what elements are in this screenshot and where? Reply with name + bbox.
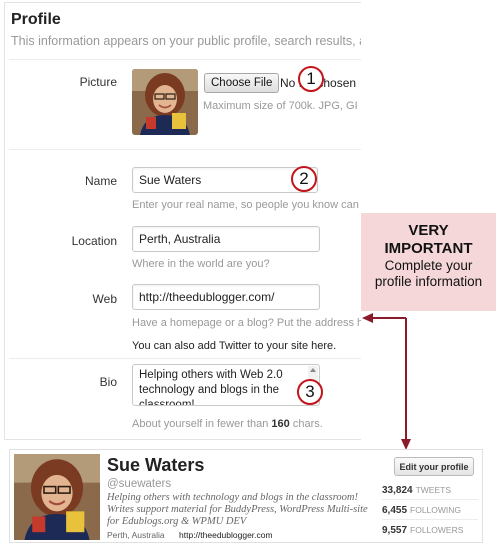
divider	[9, 59, 361, 60]
bio-textarea[interactable]: Helping others with Web 2.0 technology a…	[132, 364, 320, 406]
stat-following[interactable]: 6,455 FOLLOWING	[382, 505, 461, 516]
following-count: 6,455	[382, 505, 408, 516]
card-handle: @suewaters	[107, 478, 172, 490]
bio-hint-suffix: chars.	[289, 418, 323, 430]
user-photo-icon	[14, 454, 100, 540]
bio-text: Helping others with Web 2.0 technology a…	[139, 369, 283, 406]
choose-file-button[interactable]: Choose File	[204, 73, 280, 93]
public-profile-card: Sue Waters @suewaters Helping others wit…	[9, 449, 483, 543]
tweets-count: 33,824	[382, 485, 413, 496]
divider	[9, 149, 361, 150]
bio-label: Bio	[99, 375, 117, 389]
followers-count: 9,557	[382, 525, 408, 536]
location-label: Location	[71, 234, 117, 248]
important-text-1: Complete your	[384, 258, 473, 273]
name-label: Name	[84, 174, 117, 188]
important-note: VERY IMPORTANT Complete your profile inf…	[361, 213, 496, 311]
web-label: Web	[92, 292, 117, 306]
picture-hint: Maximum size of 700k. JPG, GIF, PNG.	[203, 100, 358, 112]
edit-profile-button[interactable]: Edit your profile	[394, 457, 474, 476]
picture-label: Picture	[79, 75, 117, 89]
important-text-2: profile information	[374, 274, 483, 289]
bio-hint-text: About yourself in fewer than	[132, 418, 272, 430]
scroll-up-icon[interactable]	[310, 368, 316, 372]
web-hint: Have a homepage or a blog? Put the addre…	[132, 317, 361, 329]
web-note: You can also add Twitter to your site he…	[132, 340, 337, 352]
card-name: Sue Waters	[107, 455, 205, 475]
profile-avatar	[14, 454, 100, 540]
stat-followers[interactable]: 9,557 FOLLOWERS	[382, 525, 463, 536]
user-photo-icon	[132, 69, 198, 135]
tweets-label: TWEETS	[415, 485, 452, 495]
location-input[interactable]: Perth, Australia	[132, 226, 320, 252]
followers-label: FOLLOWERS	[410, 525, 464, 535]
card-bio: Helping others with technology and blogs…	[107, 492, 368, 527]
location-hint: Where in the world are you?	[132, 258, 270, 270]
page-subtitle: This information appears on your public …	[11, 34, 361, 48]
callout-2: 2	[291, 166, 317, 192]
card-location-row: Perth, Australia http://theedublogger.co…	[107, 530, 273, 540]
bio-char-limit: 160	[271, 418, 290, 430]
card-location: Perth, Australia	[107, 530, 165, 540]
card-website-link[interactable]: http://theedublogger.com	[179, 530, 273, 540]
callout-1: 1	[298, 66, 324, 92]
profile-picture	[132, 69, 198, 135]
divider	[9, 358, 361, 359]
following-label: FOLLOWING	[410, 505, 462, 515]
page-title: Profile	[11, 11, 61, 28]
important-title-1: VERY	[408, 222, 449, 239]
callout-3: 3	[297, 379, 323, 405]
stat-tweets[interactable]: 33,824 TWEETS	[382, 485, 451, 496]
important-title-2: IMPORTANT	[384, 240, 473, 257]
name-hint: Enter your real name, so people you know…	[132, 199, 361, 211]
web-input[interactable]: http://theedublogger.com/	[132, 284, 320, 310]
divider	[382, 519, 478, 520]
divider	[382, 499, 478, 500]
bio-hint: About yourself in fewer than 160 chars.	[132, 418, 323, 430]
